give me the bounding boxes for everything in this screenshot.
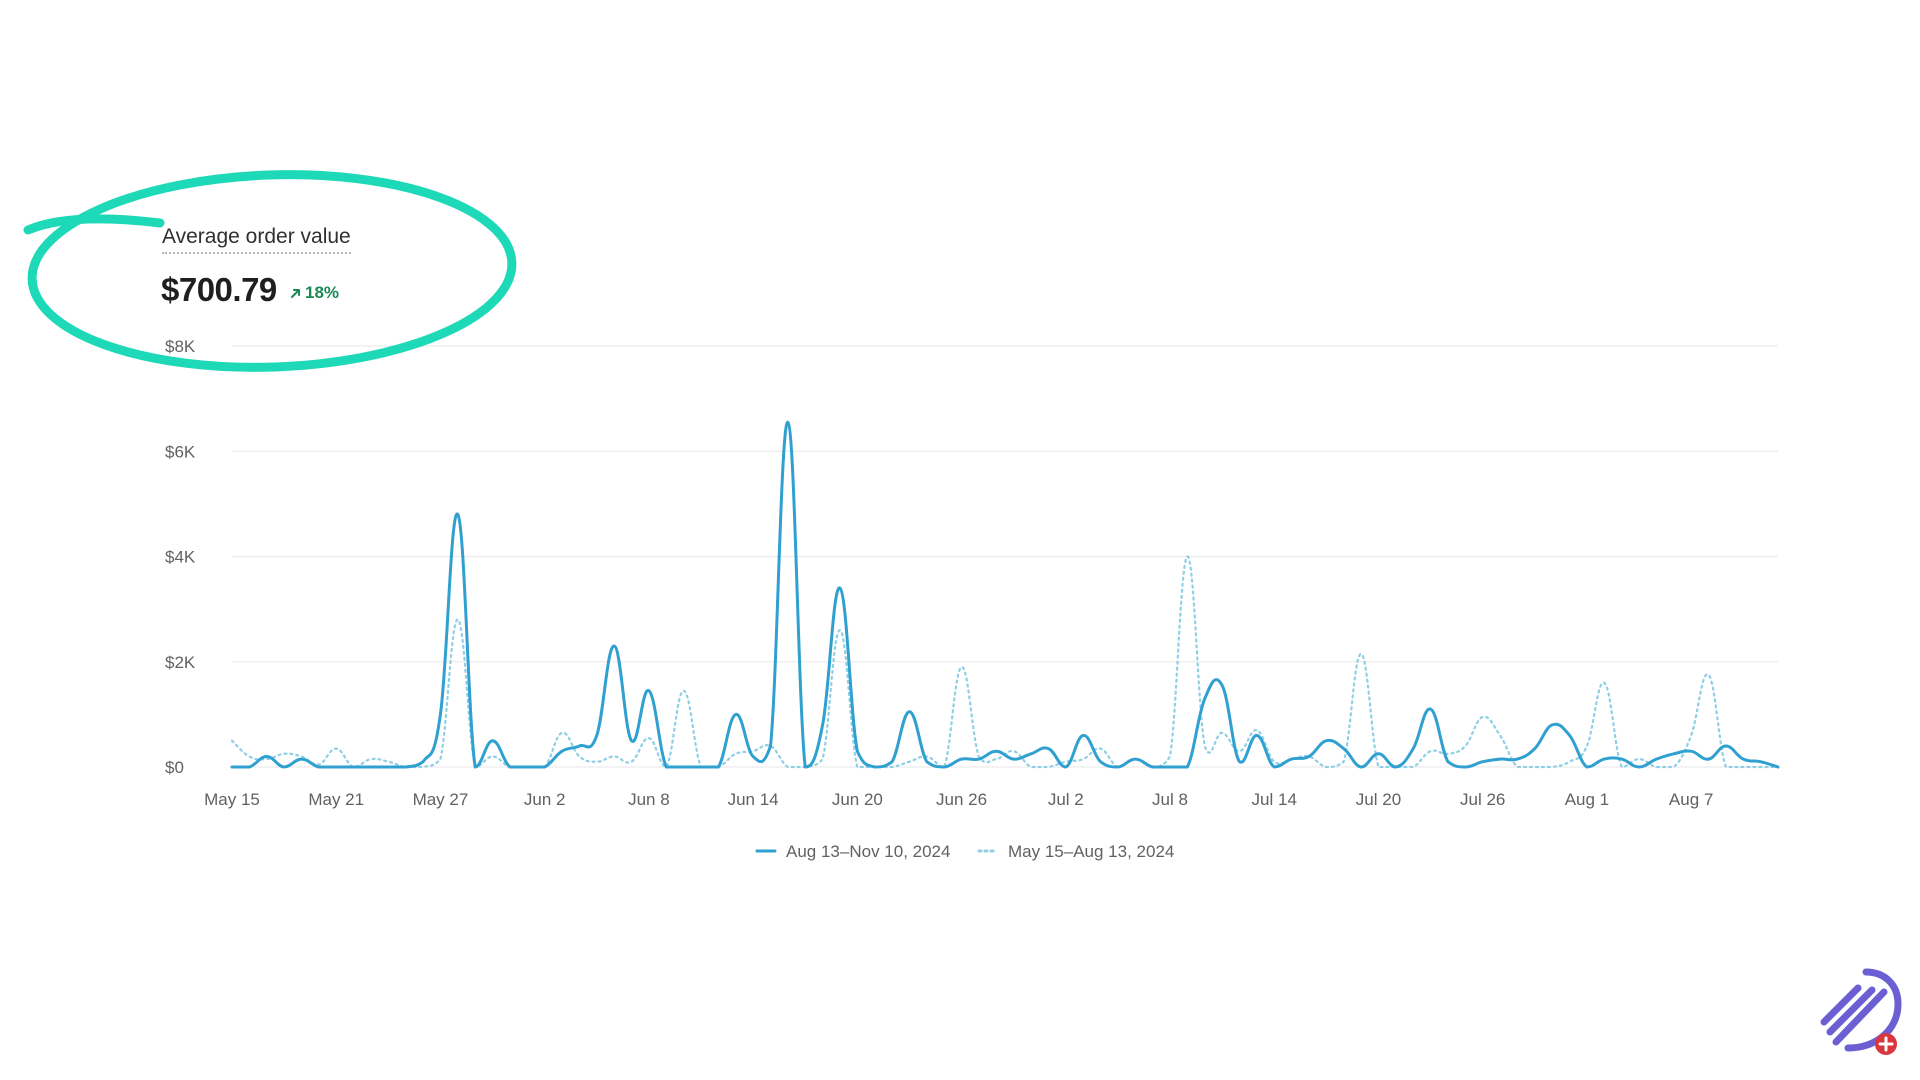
x-tick-label: Jul 8 (1152, 790, 1188, 809)
x-tick-label: Jul 26 (1460, 790, 1505, 809)
metric-change-value: 18% (305, 283, 340, 302)
metric-title[interactable]: Average order value (162, 225, 351, 254)
x-tick-label: Jul 2 (1048, 790, 1084, 809)
metric-value: $700.79 (161, 271, 277, 308)
x-tick-label: Jun 20 (832, 790, 883, 809)
legend-item: Aug 13–Nov 10, 2024 (755, 842, 950, 861)
x-tick-label: Jun 26 (936, 790, 987, 809)
x-tick-label: Jul 20 (1356, 790, 1401, 809)
x-tick-label: Jun 14 (728, 790, 779, 809)
x-tick-label: Jul 14 (1252, 790, 1297, 809)
series-line-current (230, 420, 1780, 769)
x-tick-label: Jun 2 (524, 790, 566, 809)
arrow-up-right-icon (291, 289, 300, 298)
x-tick-label: Aug 1 (1565, 790, 1609, 809)
metric-change-badge: 18% (290, 283, 339, 303)
y-tick-label: $2K (165, 653, 196, 672)
legend-label: May 15–Aug 13, 2024 (1008, 842, 1174, 861)
y-tick-label: $4K (165, 548, 196, 567)
brand-logo-icon (1820, 968, 1902, 1055)
y-tick-label: $0 (165, 758, 184, 777)
x-axis-ticks: May 15 May 21 May 27 Jun 2 Jun 8 Jun 14 Jun 20… (204, 790, 1713, 809)
chart-legend: Aug 13–Nov 10, 2024 May 15–Aug 13, 2024 (755, 842, 1174, 861)
x-tick-label: May 27 (413, 790, 469, 809)
x-tick-label: May 21 (308, 790, 364, 809)
y-axis-ticks: $0 $2K $4K $6K $8K (165, 337, 196, 777)
highlight-ellipse-stroke-tail (23, 214, 165, 235)
x-tick-label: Aug 7 (1669, 790, 1713, 809)
chart-series (230, 420, 1780, 769)
x-tick-label: Jun 8 (628, 790, 670, 809)
y-tick-label: $8K (165, 337, 196, 356)
legend-label: Aug 13–Nov 10, 2024 (786, 842, 950, 861)
line-chart: $0 $2K $4K $6K $8K May 15 May 21 May 27 Jun 2 Ju… (23, 170, 1780, 861)
y-tick-label: $6K (165, 442, 196, 461)
legend-item: May 15–Aug 13, 2024 (977, 842, 1174, 861)
x-tick-label: May 15 (204, 790, 260, 809)
